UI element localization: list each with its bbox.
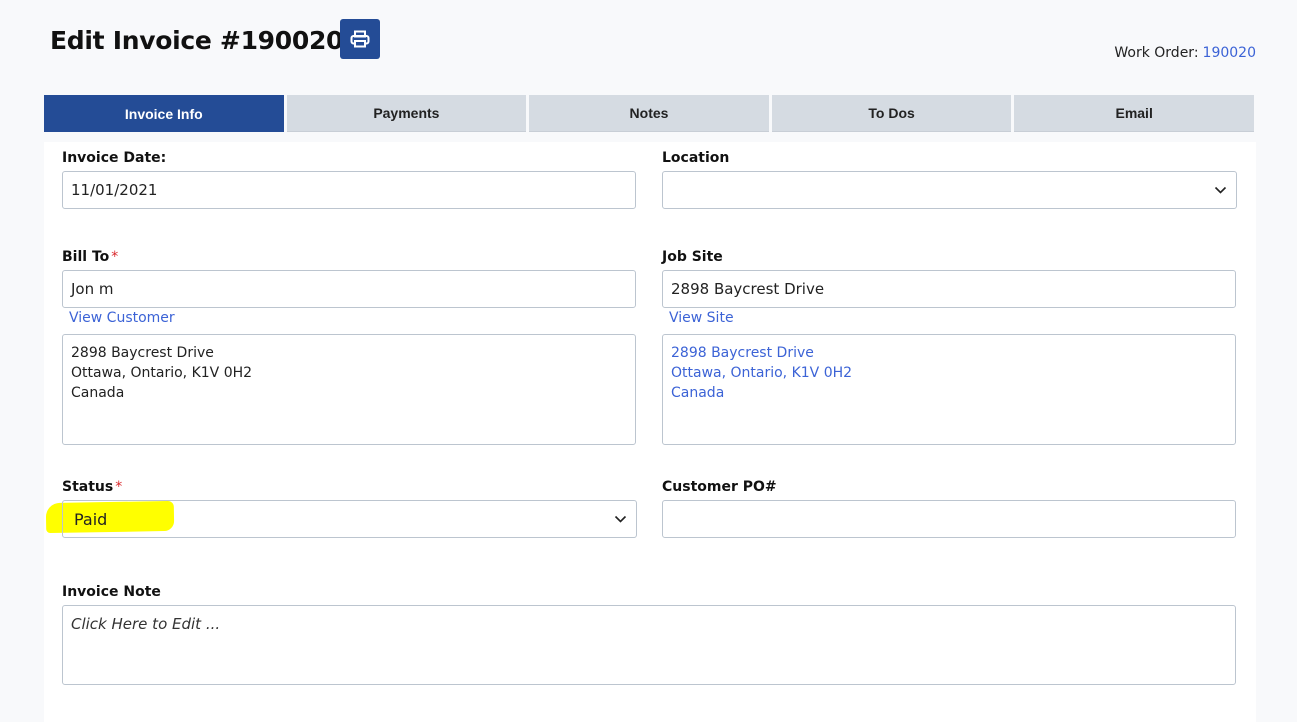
job-site-address[interactable]: 2898 Baycrest Drive Ottawa, Ontario, K1V… [662,334,1236,445]
view-customer-link[interactable]: View Customer [69,310,175,326]
status-label-text: Status [62,479,114,495]
view-site-link[interactable]: View Site [669,310,734,326]
address-line: Ottawa, Ontario, K1V 0H2 [671,365,853,381]
tab-bar: Invoice Info Payments Notes To Dos Email [44,95,1254,132]
work-order-link[interactable]: 190020 [1203,45,1256,61]
job-site-label: Job Site [662,249,723,265]
location-label: Location [662,150,730,166]
invoice-date-value: 11/01/2021 [71,181,158,199]
required-mark: * [115,479,123,495]
required-mark: * [111,249,119,265]
customer-po-field[interactable] [662,500,1236,538]
tab-to-dos[interactable]: To Dos [771,95,1012,132]
address-line: Canada [671,385,725,401]
bill-to-value: Jon m [71,280,114,298]
invoice-note-label: Invoice Note [62,584,161,600]
invoice-note-field[interactable]: Click Here to Edit ... [62,605,1236,685]
print-button[interactable] [340,19,380,59]
bill-to-address: 2898 Baycrest Drive Ottawa, Ontario, K1V… [62,334,636,445]
status-value: Paid [74,509,108,529]
printer-icon [350,30,370,48]
address-line: Canada [71,385,125,401]
invoice-date-label: Invoice Date: [62,150,167,166]
address-line: 2898 Baycrest Drive [671,345,814,361]
address-line: 2898 Baycrest Drive [71,345,214,361]
work-order: Work Order: 190020 [1114,45,1256,61]
page-title: Edit Invoice #190020-1 [50,26,371,55]
tab-invoice-info[interactable]: Invoice Info [44,95,284,132]
status-label: Status * [62,479,122,495]
chevron-down-icon [614,515,627,523]
invoice-note-placeholder: Click Here to Edit ... [71,615,221,633]
tab-payments[interactable]: Payments [286,95,527,132]
bill-to-label-text: Bill To [62,249,110,265]
tab-notes[interactable]: Notes [529,95,769,132]
invoice-date-field[interactable]: 11/01/2021 [62,171,636,209]
customer-po-label: Customer PO# [662,479,777,495]
bill-to-label: Bill To * [62,249,118,265]
address-line: Ottawa, Ontario, K1V 0H2 [71,365,253,381]
bill-to-field[interactable]: Jon m [62,270,636,308]
location-select[interactable] [662,171,1237,209]
job-site-value: 2898 Baycrest Drive [671,280,825,298]
status-select[interactable]: Paid [62,500,637,538]
tab-email[interactable]: Email [1014,95,1254,132]
chevron-down-icon [1214,186,1227,194]
work-order-label: Work Order: [1114,45,1199,61]
job-site-field[interactable]: 2898 Baycrest Drive [662,270,1236,308]
